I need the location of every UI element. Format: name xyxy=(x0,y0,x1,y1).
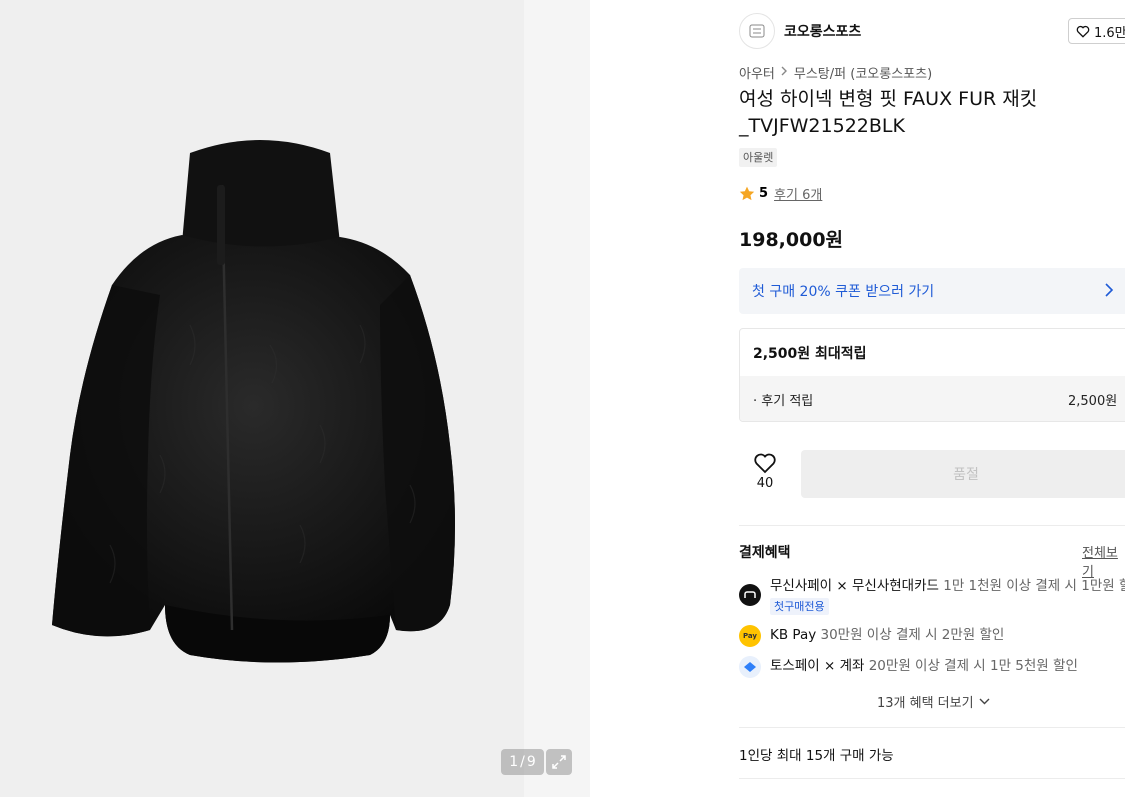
benefit-name: KB Pay xyxy=(770,627,817,643)
points-row-label: · 후기 적립 xyxy=(753,394,814,409)
product-info: 코오롱스포츠 1.6만 아우터 무스탕/퍼 (코오롱스포츠) 여성 하이넥 변형… xyxy=(739,0,1125,797)
points-row: · 후기 적립 2,500원 xyxy=(740,376,1125,421)
more-benefits-label: 13개 혜택 더보기 xyxy=(877,696,974,711)
brand-logo[interactable] xyxy=(739,13,775,49)
image-counter: 1/9 xyxy=(501,749,544,775)
chevron-right-icon xyxy=(781,66,788,79)
chevron-right-icon xyxy=(1105,283,1114,297)
image-counter-total: 9 xyxy=(526,754,536,770)
musinsa-pay-icon xyxy=(739,584,761,606)
divider xyxy=(739,727,1125,728)
breadcrumb-item-category[interactable]: 무스탕/퍼 (코오롱스포츠) xyxy=(794,63,932,82)
benefit-body: 토스페이 × 계좌 20만원 이상 결제 시 1만 5천원 할인 xyxy=(770,656,1078,676)
image-counter-current: 1 xyxy=(509,754,519,770)
product-title: 여성 하이넥 변형 핏 FAUX FUR 재킷_TVJFW21522BLK xyxy=(739,88,1038,137)
coupon-label: 첫 구매 20% 쿠폰 받으러 가기 xyxy=(752,284,935,300)
gallery-main-area[interactable] xyxy=(0,0,524,797)
expand-icon xyxy=(552,755,566,769)
points-title: 2,500원 최대적립 xyxy=(753,346,867,362)
expand-button[interactable] xyxy=(546,749,572,775)
rating-row: 5 후기 6개 xyxy=(739,184,822,203)
heart-outline-icon xyxy=(1076,25,1090,38)
benefit-desc: 1만 1천원 이상 결제 시 1만원 할인 xyxy=(943,578,1125,594)
image-counter-separator: / xyxy=(520,754,525,770)
points-box: 2,500원 최대적립 · 후기 적립 2,500원 xyxy=(739,328,1125,422)
benefit-name: 무신사페이 × 무신사현대카드 xyxy=(770,578,939,594)
product-price: 198,000원 xyxy=(739,229,844,251)
benefit-body: 무신사페이 × 무신사현대카드 1만 1천원 이상 결제 시 1만원 할인 첫구… xyxy=(770,576,1125,616)
benefit-desc: 20만원 이상 결제 시 1만 5천원 할인 xyxy=(868,658,1078,674)
sold-out-button[interactable]: 품절 xyxy=(801,450,1125,498)
coupon-banner[interactable]: 첫 구매 20% 쿠폰 받으러 가기 xyxy=(739,268,1125,314)
review-count-link[interactable]: 후기 6개 xyxy=(774,184,822,203)
brand-like-count: 1.6만 xyxy=(1094,25,1125,41)
product-page: 1/9 코오롱스포츠 1.6만 아우터 무스탕/퍼 (코오롱스포츠) 여성 하이… xyxy=(0,0,1125,797)
outlet-tag: 아울렛 xyxy=(739,148,778,167)
benefit-item-musinsa-pay: 무신사페이 × 무신사현대카드 1만 1천원 이상 결제 시 1만원 할인 첫구… xyxy=(739,576,1125,616)
benefit-desc: 30만원 이상 결제 시 2만원 할인 xyxy=(820,627,1005,643)
purchase-limit: 1인당 최대 15개 구매 가능 xyxy=(739,748,894,764)
chevron-down-icon xyxy=(979,698,990,705)
heart-outline-icon xyxy=(754,453,776,474)
product-gallery: 1/9 xyxy=(0,0,590,797)
product-image xyxy=(52,140,455,663)
benefit-name: 토스페이 × 계좌 xyxy=(770,658,865,674)
toss-pay-icon xyxy=(739,656,761,678)
benefit-item-toss-pay: 토스페이 × 계좌 20만원 이상 결제 시 1만 5천원 할인 xyxy=(739,656,1125,678)
brand-like-button[interactable]: 1.6만 xyxy=(1068,18,1125,44)
brand-row: 코오롱스포츠 1.6만 xyxy=(739,13,1125,49)
gallery-thumbnail-strip xyxy=(524,0,590,797)
payment-benefits-title: 결제혜택 xyxy=(739,545,791,561)
view-all-benefits-link[interactable]: 전체보기 xyxy=(1082,542,1125,580)
more-benefits-button[interactable]: 13개 혜택 더보기 xyxy=(877,692,990,711)
kb-pay-icon: Pay xyxy=(739,625,761,647)
wishlist-button[interactable]: 40 xyxy=(739,450,791,498)
star-icon xyxy=(739,186,755,201)
breadcrumb: 아우터 무스탕/퍼 (코오롱스포츠) xyxy=(739,63,932,82)
benefit-item-kb-pay: Pay KB Pay 30만원 이상 결제 시 2만원 할인 xyxy=(739,625,1125,647)
divider xyxy=(739,778,1125,779)
benefit-body: KB Pay 30만원 이상 결제 시 2만원 할인 xyxy=(770,625,1004,645)
wishlist-count: 40 xyxy=(756,476,774,491)
first-purchase-badge: 첫구매전용 xyxy=(770,598,829,615)
points-row-value: 2,500원 xyxy=(1068,394,1118,409)
breadcrumb-item-outer[interactable]: 아우터 xyxy=(739,63,775,82)
rating-score: 5 xyxy=(759,186,769,201)
brand-name[interactable]: 코오롱스포츠 xyxy=(784,21,861,41)
divider xyxy=(739,525,1125,526)
